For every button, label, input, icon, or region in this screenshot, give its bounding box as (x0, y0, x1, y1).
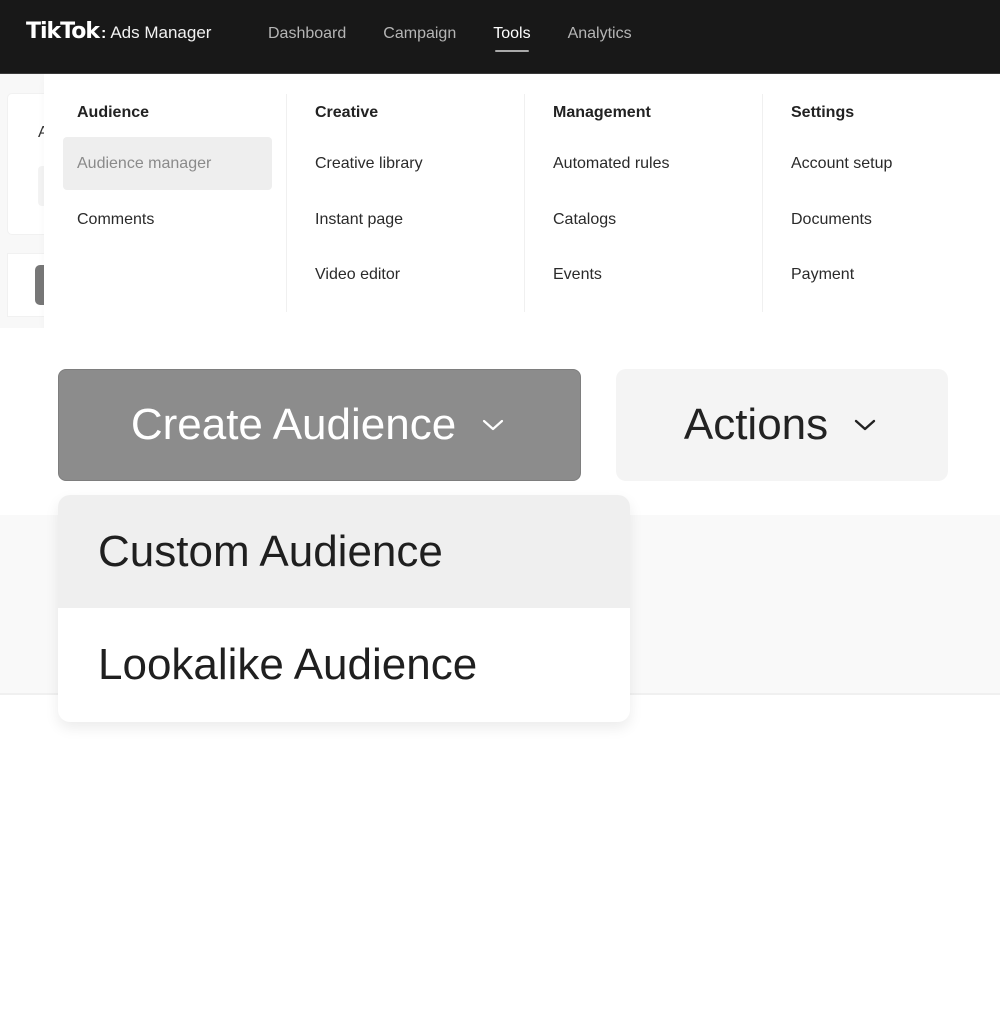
create-audience-button[interactable]: Create Audience (58, 369, 581, 481)
actions-button[interactable]: Actions (616, 369, 948, 481)
nav-analytics[interactable]: Analytics (568, 0, 632, 74)
menu-item-instant-page[interactable]: Instant page (301, 193, 510, 246)
create-audience-label: Create Audience (130, 400, 457, 449)
menu-heading-management: Management (553, 104, 651, 121)
menu-heading-audience: Audience (77, 104, 150, 121)
menu-item-comments[interactable]: Comments (63, 193, 272, 246)
menu-item-creative-library[interactable]: Creative library (301, 137, 510, 190)
menu-item-payment[interactable]: Payment (777, 248, 986, 301)
menu-column-audience: Audience Audience manager Comments (44, 94, 282, 312)
menu-item-automated-rules[interactable]: Automated rules (539, 137, 748, 190)
actions-label: Actions (683, 400, 829, 449)
product-name: Ads Manager (110, 23, 212, 42)
menu-item-documents[interactable]: Documents (777, 193, 986, 246)
menu-item-catalogs[interactable]: Catalogs (539, 193, 748, 246)
tiktok-logo: TikTok (26, 19, 100, 44)
nav-dashboard[interactable]: Dashboard (268, 0, 346, 74)
nav-campaign[interactable]: Campaign (383, 0, 456, 74)
menu-item-events[interactable]: Events (539, 248, 748, 301)
menu-item-video-editor[interactable]: Video editor (301, 248, 510, 301)
menu-item-audience-manager[interactable]: Audience manager (63, 137, 272, 190)
nav-tools[interactable]: Tools (493, 0, 531, 74)
main-nav: Dashboard Campaign Tools Analytics (268, 0, 669, 74)
tools-mega-menu: Audience Audience manager Comments Creat… (44, 74, 1000, 328)
menu-column-management: Management Automated rules Catalogs Even… (524, 94, 762, 312)
menu-column-creative: Creative Creative library Instant page V… (286, 94, 524, 312)
top-navigation-bar: TikTok : Ads Manager Dashboard Campaign … (0, 0, 1000, 74)
brand-logo[interactable]: TikTok : Ads Manager (26, 19, 211, 44)
menu-item-account-setup[interactable]: Account setup (777, 137, 986, 190)
menu-column-settings: Settings Account setup Documents Payment (762, 94, 1000, 312)
option-custom-audience[interactable]: Custom Audience (58, 495, 630, 608)
chevron-down-icon (478, 410, 508, 440)
brand-separator: : (101, 25, 107, 42)
create-audience-dropdown: Custom Audience Lookalike Audience (58, 495, 630, 722)
option-lookalike-audience[interactable]: Lookalike Audience (58, 608, 630, 721)
chevron-down-icon (850, 410, 880, 440)
menu-heading-creative: Creative (315, 104, 379, 121)
menu-heading-settings: Settings (791, 104, 855, 121)
